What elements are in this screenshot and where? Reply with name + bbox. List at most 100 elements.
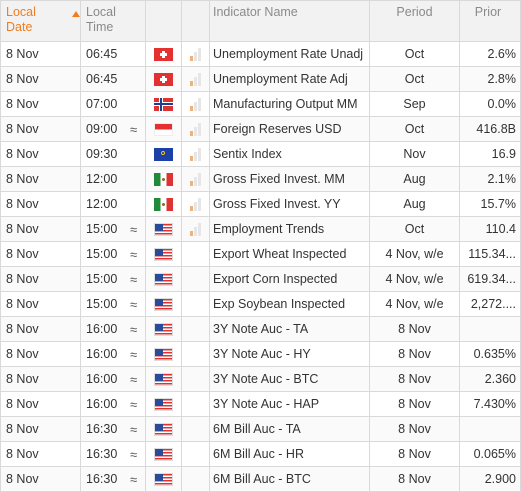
table-row[interactable]: 8 Nov 16:00 ≈ 3Y Note Auc - TA 8 Nov bbox=[1, 317, 521, 342]
cell-date: 8 Nov bbox=[1, 242, 81, 266]
indicator-name-link[interactable]: Gross Fixed Invest. YY bbox=[213, 197, 341, 211]
cell-country bbox=[146, 217, 182, 241]
indicator-name-link[interactable]: Unemployment Rate Adj bbox=[213, 72, 348, 86]
country-flag-icon bbox=[154, 72, 173, 86]
indicator-name-link[interactable]: Sentix Index bbox=[213, 147, 282, 161]
period-text: 8 Nov bbox=[398, 322, 431, 336]
table-row[interactable]: 8 Nov 16:30 ≈ 6M Bill Auc - HR 8 Nov 0.0… bbox=[1, 442, 521, 467]
cell-indicator-name[interactable]: 3Y Note Auc - BTC bbox=[210, 367, 370, 391]
indicator-name-link[interactable]: 3Y Note Auc - TA bbox=[213, 322, 308, 336]
cell-country bbox=[146, 317, 182, 341]
indicator-name-link[interactable]: 3Y Note Auc - HAP bbox=[213, 397, 319, 411]
table-row[interactable]: 8 Nov 15:00 ≈ Export Corn Inspected 4 No… bbox=[1, 267, 521, 292]
table-row[interactable]: 8 Nov 07:00 Manufacturing Output MM Sep … bbox=[1, 92, 521, 117]
cell-indicator-name[interactable]: 3Y Note Auc - TA bbox=[210, 317, 370, 341]
table-row[interactable]: 8 Nov 06:45 Unemployment Rate Unadj Oct … bbox=[1, 42, 521, 67]
table-row[interactable]: 8 Nov 12:00 Gross Fixed Invest. YY Aug 1… bbox=[1, 192, 521, 217]
indicator-name-link[interactable]: Exp Soybean Inspected bbox=[213, 297, 345, 311]
indicator-name-link[interactable]: 3Y Note Auc - BTC bbox=[213, 372, 318, 386]
period-text: 4 Nov, w/e bbox=[385, 272, 444, 286]
prior-value: 115.34... bbox=[468, 247, 516, 261]
header-local-date[interactable]: Local Date bbox=[1, 1, 81, 41]
table-row[interactable]: 8 Nov 09:30 Sentix Index Nov 16.9 bbox=[1, 142, 521, 167]
table-row[interactable]: 8 Nov 09:00 ≈ Foreign Reserves USD Oct 4… bbox=[1, 117, 521, 142]
period-text: 8 Nov bbox=[398, 397, 431, 411]
period-text: 8 Nov bbox=[398, 472, 431, 486]
indicator-name-link[interactable]: Export Corn Inspected bbox=[213, 272, 337, 286]
cell-time: 16:00 ≈ bbox=[81, 342, 146, 366]
cell-indicator-name[interactable]: Manufacturing Output MM bbox=[210, 92, 370, 116]
cell-indicator-name[interactable]: Foreign Reserves USD bbox=[210, 117, 370, 141]
cell-period: Aug bbox=[370, 192, 460, 216]
table-row[interactable]: 8 Nov 16:30 ≈ 6M Bill Auc - BTC 8 Nov 2.… bbox=[1, 467, 521, 492]
cell-indicator-name[interactable]: Export Wheat Inspected bbox=[210, 242, 370, 266]
prior-value: 2.900 bbox=[484, 472, 516, 486]
indicator-name-link[interactable]: 6M Bill Auc - BTC bbox=[213, 472, 311, 486]
table-row[interactable]: 8 Nov 12:00 Gross Fixed Invest. MM Aug 2… bbox=[1, 167, 521, 192]
cell-importance bbox=[182, 317, 210, 341]
indicator-name-link[interactable]: Employment Trends bbox=[213, 222, 324, 236]
cell-date: 8 Nov bbox=[1, 392, 81, 416]
indicator-name-link[interactable]: 6M Bill Auc - HR bbox=[213, 447, 304, 461]
date-text: 8 Nov bbox=[6, 72, 39, 86]
cell-period: 4 Nov, w/e bbox=[370, 267, 460, 291]
cell-indicator-name[interactable]: Unemployment Rate Unadj bbox=[210, 42, 370, 66]
table-row[interactable]: 8 Nov 15:00 ≈ Employment Trends Oct 110.… bbox=[1, 217, 521, 242]
time-text: 16:00 bbox=[86, 372, 118, 386]
table-row[interactable]: 8 Nov 16:30 ≈ 6M Bill Auc - TA 8 Nov bbox=[1, 417, 521, 442]
table-row[interactable]: 8 Nov 15:00 ≈ Export Wheat Inspected 4 N… bbox=[1, 242, 521, 267]
economic-calendar-table: Local Date Local Time Indicator Name Per… bbox=[0, 0, 521, 492]
table-row[interactable]: 8 Nov 06:45 Unemployment Rate Adj Oct 2.… bbox=[1, 67, 521, 92]
table-row[interactable]: 8 Nov 16:00 ≈ 3Y Note Auc - HY 8 Nov 0.6… bbox=[1, 342, 521, 367]
cell-indicator-name[interactable]: Export Corn Inspected bbox=[210, 267, 370, 291]
sort-ascending-icon[interactable] bbox=[72, 11, 80, 17]
table-row[interactable]: 8 Nov 15:00 ≈ Exp Soybean Inspected 4 No… bbox=[1, 292, 521, 317]
period-text: Nov bbox=[403, 147, 426, 161]
cell-prior: 16.9 bbox=[460, 142, 521, 166]
indicator-name-link[interactable]: 3Y Note Auc - HY bbox=[213, 347, 311, 361]
cell-indicator-name[interactable]: 3Y Note Auc - HAP bbox=[210, 392, 370, 416]
cell-indicator-name[interactable]: Sentix Index bbox=[210, 142, 370, 166]
indicator-name-link[interactable]: Foreign Reserves USD bbox=[213, 122, 342, 136]
country-flag-icon bbox=[154, 47, 173, 61]
period-text: Sep bbox=[403, 97, 426, 111]
indicator-name-link[interactable]: Gross Fixed Invest. MM bbox=[213, 172, 345, 186]
period-text: 8 Nov bbox=[398, 422, 431, 436]
date-text: 8 Nov bbox=[6, 297, 39, 311]
cell-prior: 0.065% bbox=[460, 442, 521, 466]
indicator-name-link[interactable]: Manufacturing Output MM bbox=[213, 97, 358, 111]
importance-bars-icon bbox=[190, 197, 201, 211]
cell-indicator-name[interactable]: 6M Bill Auc - HR bbox=[210, 442, 370, 466]
cell-indicator-name[interactable]: Gross Fixed Invest. MM bbox=[210, 167, 370, 191]
indicator-name-link[interactable]: Export Wheat Inspected bbox=[213, 247, 346, 261]
approximately-equal-icon: ≈ bbox=[130, 321, 138, 337]
cell-indicator-name[interactable]: Exp Soybean Inspected bbox=[210, 292, 370, 316]
country-flag-icon bbox=[154, 197, 173, 211]
indicator-name-link[interactable]: Unemployment Rate Unadj bbox=[213, 47, 363, 61]
cell-time: 15:00 ≈ bbox=[81, 217, 146, 241]
time-text: 06:45 bbox=[86, 47, 118, 61]
header-prior[interactable]: Prior bbox=[460, 1, 521, 41]
cell-indicator-name[interactable]: Gross Fixed Invest. YY bbox=[210, 192, 370, 216]
country-flag-icon bbox=[154, 397, 173, 411]
cell-importance bbox=[182, 42, 210, 66]
table-row[interactable]: 8 Nov 16:00 ≈ 3Y Note Auc - BTC 8 Nov 2.… bbox=[1, 367, 521, 392]
header-indicator-name[interactable]: Indicator Name bbox=[210, 1, 370, 41]
cell-indicator-name[interactable]: Unemployment Rate Adj bbox=[210, 67, 370, 91]
cell-date: 8 Nov bbox=[1, 117, 81, 141]
cell-indicator-name[interactable]: Employment Trends bbox=[210, 217, 370, 241]
country-flag-icon bbox=[154, 372, 173, 386]
cell-importance bbox=[182, 267, 210, 291]
cell-indicator-name[interactable]: 6M Bill Auc - TA bbox=[210, 417, 370, 441]
country-flag-icon bbox=[154, 472, 173, 486]
indicator-name-link[interactable]: 6M Bill Auc - TA bbox=[213, 422, 301, 436]
header-local-time[interactable]: Local Time bbox=[81, 1, 146, 41]
header-period[interactable]: Period bbox=[370, 1, 460, 41]
cell-indicator-name[interactable]: 3Y Note Auc - HY bbox=[210, 342, 370, 366]
time-text: 09:30 bbox=[86, 147, 118, 161]
cell-indicator-name[interactable]: 6M Bill Auc - BTC bbox=[210, 467, 370, 491]
importance-bars-icon bbox=[190, 97, 201, 111]
table-row[interactable]: 8 Nov 16:00 ≈ 3Y Note Auc - HAP 8 Nov 7.… bbox=[1, 392, 521, 417]
cell-country bbox=[146, 192, 182, 216]
date-text: 8 Nov bbox=[6, 147, 39, 161]
